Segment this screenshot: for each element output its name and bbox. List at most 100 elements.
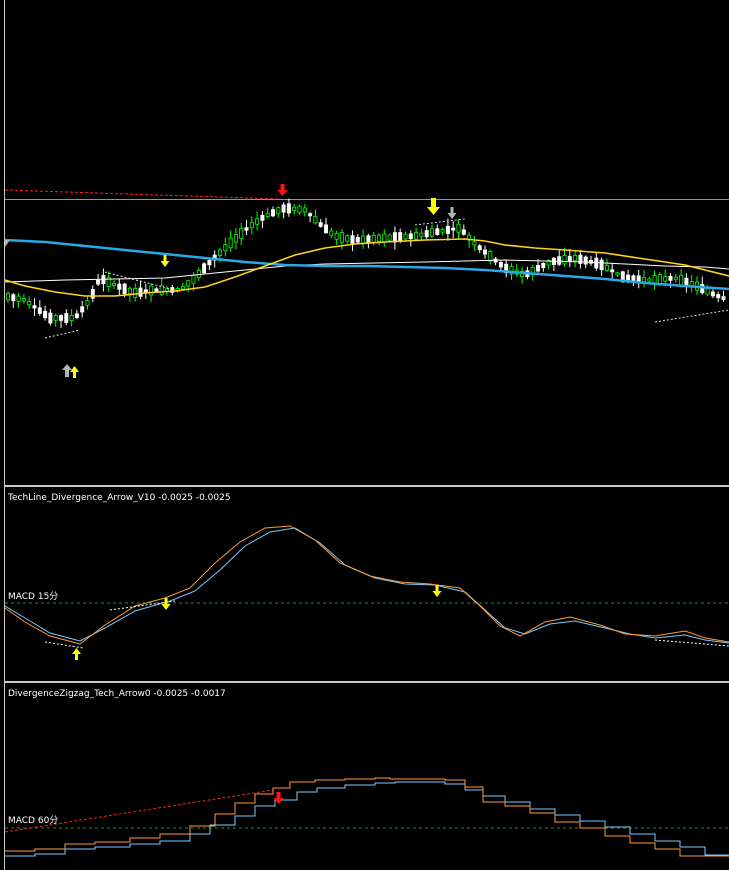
moving-average-white bbox=[5, 259, 729, 283]
candle-body bbox=[286, 203, 291, 214]
candle-body bbox=[440, 228, 445, 233]
candle-body bbox=[615, 272, 620, 276]
candle-body bbox=[557, 256, 562, 265]
candle-body bbox=[387, 234, 392, 241]
candle-body bbox=[398, 232, 403, 242]
candle-body bbox=[376, 234, 381, 243]
macd-main-step-line bbox=[5, 777, 729, 857]
candle-body bbox=[5, 292, 11, 301]
down-arrow-icon bbox=[447, 207, 457, 219]
main-price-chart[interactable] bbox=[5, 0, 729, 485]
candle-body bbox=[233, 233, 238, 243]
candle-body bbox=[127, 287, 132, 295]
candle-body bbox=[249, 222, 254, 229]
zigzag-dashed-right bbox=[654, 309, 729, 323]
candle-body bbox=[366, 235, 371, 243]
candle-body bbox=[408, 233, 413, 240]
candle-body bbox=[536, 265, 541, 272]
candle-body bbox=[53, 315, 58, 321]
candle-body bbox=[679, 274, 684, 286]
pane-separator[interactable] bbox=[5, 485, 729, 487]
candle-body bbox=[239, 228, 244, 239]
candle-body bbox=[429, 228, 434, 237]
candle-body bbox=[16, 295, 21, 302]
candle-body bbox=[228, 237, 233, 249]
candle-body bbox=[260, 214, 265, 221]
candle-body bbox=[599, 259, 604, 271]
candle-body bbox=[647, 278, 652, 282]
candle-body bbox=[318, 222, 323, 227]
macd-signal-step-line bbox=[5, 781, 729, 857]
indicator-title: DivergenceZigzag_Tech_Arrow0 -0.0025 -0.… bbox=[8, 689, 226, 699]
pane-separator[interactable] bbox=[5, 681, 729, 683]
candle-body bbox=[657, 274, 662, 285]
indicator-pane-macd-15[interactable]: TechLine_Divergence_Arrow_V10 -0.0025 -0… bbox=[5, 488, 729, 681]
candle-body bbox=[11, 294, 16, 302]
macd-signal-line bbox=[5, 527, 729, 644]
candle-body bbox=[154, 288, 159, 292]
candle-body bbox=[112, 283, 117, 287]
candle-body bbox=[207, 260, 212, 266]
candle-body bbox=[604, 264, 609, 271]
candle-body bbox=[461, 229, 466, 235]
indicator-pane-macd-60[interactable]: DivergenceZigzag_Tech_Arrow0 -0.0025 -0.… bbox=[5, 684, 729, 870]
candle-body bbox=[85, 300, 90, 306]
candle-body bbox=[329, 230, 334, 236]
candle-body bbox=[371, 234, 376, 243]
candle-body bbox=[716, 294, 721, 299]
candle-body bbox=[567, 255, 572, 262]
candle-body bbox=[292, 206, 297, 212]
candle-body bbox=[191, 274, 196, 284]
candle-body bbox=[668, 275, 673, 281]
candle-body bbox=[21, 298, 26, 302]
candle-body bbox=[90, 289, 95, 299]
down-arrow-icon bbox=[161, 598, 171, 610]
candle-body bbox=[684, 277, 689, 287]
candle-body bbox=[117, 283, 122, 290]
candle-body bbox=[419, 232, 424, 237]
candle-body bbox=[498, 262, 503, 268]
up-arrow-icon bbox=[70, 366, 79, 378]
macd-timeframe-label: MACD 60分 bbox=[8, 816, 59, 826]
macd-60-canvas bbox=[5, 777, 729, 857]
trend-line-red bbox=[5, 189, 281, 200]
macd-timeframe-label: MACD 15分 bbox=[8, 592, 59, 602]
candle-body bbox=[43, 310, 48, 319]
candle-body bbox=[541, 262, 546, 269]
candle-body bbox=[323, 224, 328, 234]
candle-body bbox=[642, 276, 647, 283]
candle-body bbox=[361, 235, 366, 244]
candle-body bbox=[276, 207, 281, 215]
candle-body bbox=[255, 218, 260, 225]
candle-body bbox=[414, 231, 419, 240]
up-arrow-icon bbox=[72, 648, 81, 660]
candle-body bbox=[721, 296, 726, 300]
candle-body bbox=[445, 225, 450, 235]
candle-body bbox=[472, 241, 477, 246]
down-arrow-icon bbox=[432, 585, 442, 597]
candle-body bbox=[456, 223, 461, 233]
candle-body bbox=[339, 232, 344, 243]
candle-body bbox=[69, 314, 74, 322]
candle-body bbox=[403, 233, 408, 240]
zigzag-dashed-low bbox=[44, 329, 81, 339]
candle-body bbox=[424, 230, 429, 238]
candle-body bbox=[244, 227, 249, 231]
candle-body bbox=[149, 285, 154, 296]
candle-body bbox=[48, 312, 53, 324]
candle-body bbox=[355, 237, 360, 243]
candle-body bbox=[477, 245, 482, 251]
price-chart-canvas bbox=[5, 184, 729, 378]
candle-body bbox=[562, 255, 567, 265]
candle-body bbox=[202, 263, 207, 274]
candle-body bbox=[705, 288, 710, 295]
candle-body bbox=[663, 276, 668, 282]
divergence-line-right bbox=[654, 639, 729, 647]
candle-body bbox=[345, 235, 350, 242]
candle-body bbox=[334, 232, 339, 240]
candle-body bbox=[27, 300, 32, 306]
candle-body bbox=[482, 249, 487, 255]
candle-body bbox=[583, 256, 588, 265]
down-arrow-icon bbox=[160, 255, 170, 267]
candle-body bbox=[122, 283, 127, 295]
